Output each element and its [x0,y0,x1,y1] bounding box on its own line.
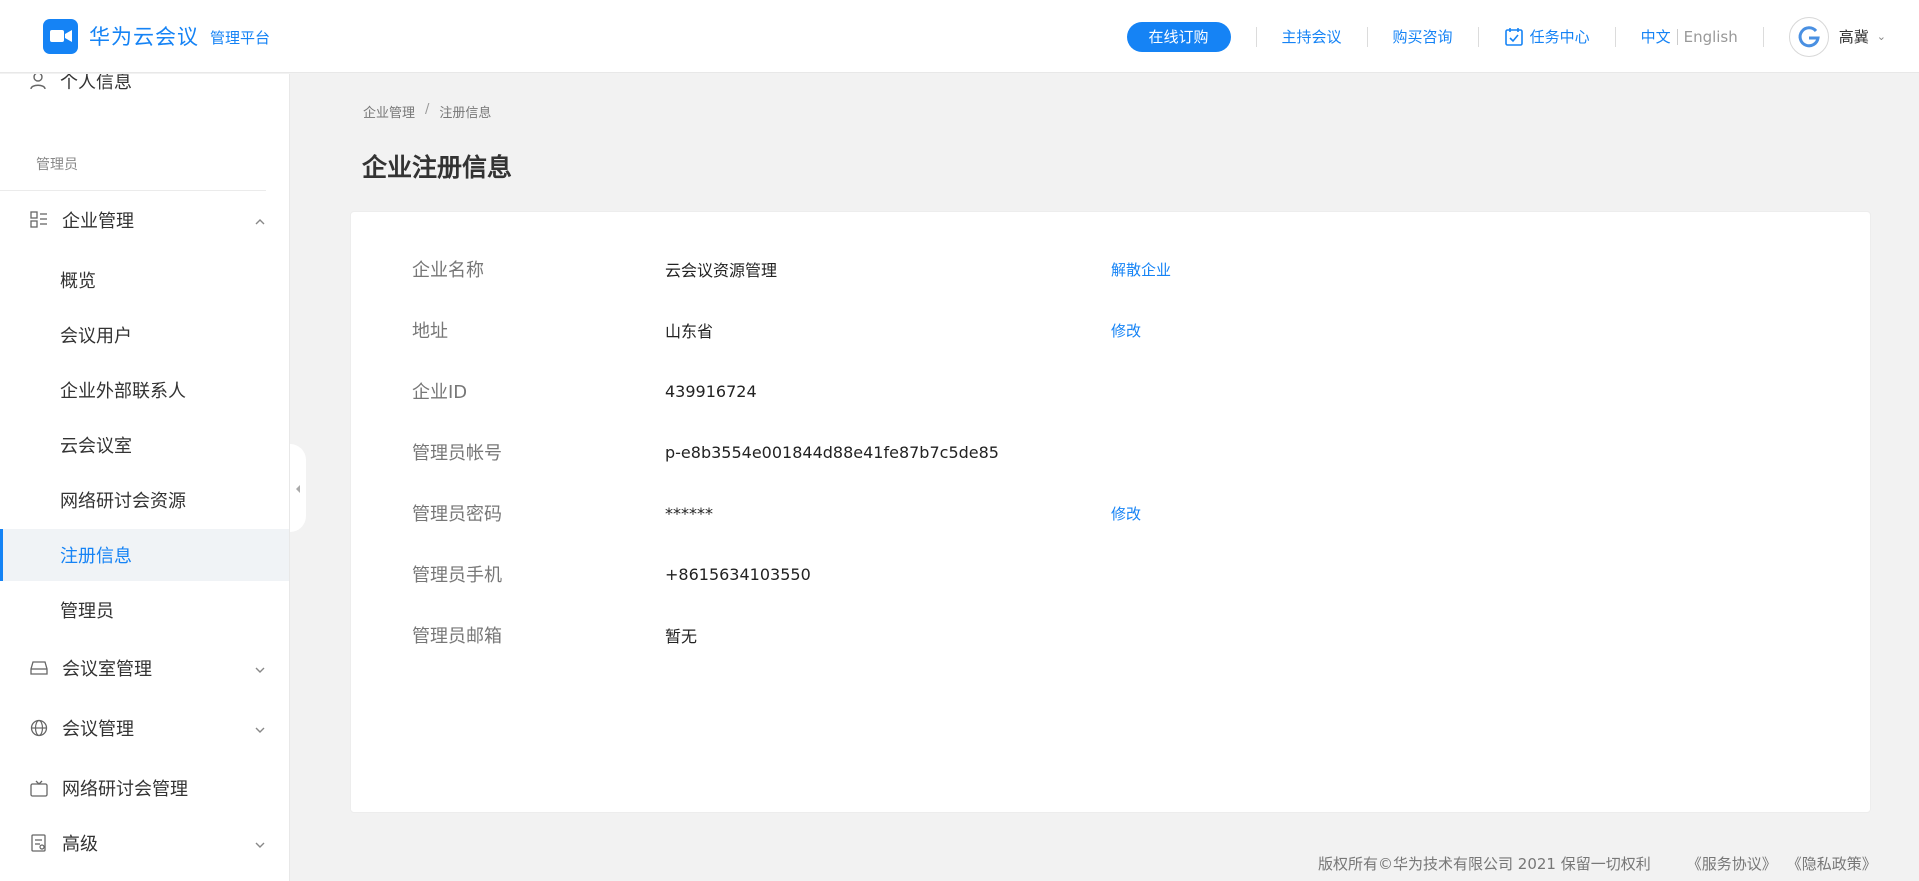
sidebar: 个人信息 管理员 企业管理 概览 会议用户 企业外部联系人 云会议室 网络研讨会… [0,74,290,881]
divider [1366,26,1368,47]
order-online-button[interactable]: 在线订购 [1126,21,1231,52]
page-title: 企业注册信息 [362,153,513,182]
sidebar-item-overview[interactable]: 概览 [0,254,289,306]
sidebar-item-external-contacts[interactable]: 企业外部联系人 [0,364,289,416]
info-value: 云会议资源管理 [665,261,778,280]
info-label: 管理员手机 [412,565,502,586]
app-logo[interactable]: 华为云会议 管理平台 [43,18,271,54]
breadcrumb-item-current: 注册信息 [439,106,492,121]
copyright-text: 版权所有©华为技术有限公司 2021 保留一切权利 [1318,855,1651,873]
sidebar-collapse-toggle[interactable] [290,444,306,532]
sidebar-group-title: 管理员 [36,157,78,173]
sidebar-item-registration-info[interactable]: 注册信息 [0,529,289,581]
info-row-admin-email: 管理员邮箱 暂无 [351,620,1872,650]
lang-en-option[interactable]: English [1684,28,1738,46]
grid-list-icon [30,211,48,229]
divider [1255,26,1257,47]
info-value: ****** [665,503,713,523]
info-row-admin-account: 管理员帐号 p-e8b3554e001844d88e41fe87b7c5de85 [351,437,1872,467]
info-row-address: 地址 山东省 修改 [351,315,1872,345]
app-subtitle: 管理平台 [210,29,271,47]
chevron-down-icon[interactable]: ⌄ [1877,30,1886,43]
info-value: p-e8b3554e001844d88e41fe87b7c5de85 [665,442,999,462]
purchase-consult-link[interactable]: 购买咨询 [1393,26,1453,47]
sidebar-item-webinar-resources[interactable]: 网络研讨会资源 [0,474,289,526]
chevron-down-icon [254,660,266,681]
info-value: +8615634103550 [665,564,811,584]
info-value: 山东省 [665,322,714,341]
task-center-link[interactable]: 任务中心 [1504,26,1590,47]
info-label: 管理员密码 [412,504,502,525]
video-camera-icon [43,18,78,54]
sidebar-item-label: 会议室管理 [62,659,152,680]
lang-divider [1676,28,1678,45]
sidebar-item-label: 网络研讨会管理 [62,779,188,800]
breadcrumb: 企业管理 / 注册信息 [363,102,491,121]
divider [1762,26,1764,47]
chevron-up-icon [254,212,266,233]
sidebar-item-personal-info[interactable]: 个人信息 [30,74,132,94]
inbox-tray-icon [30,659,48,677]
divider [1477,26,1479,47]
sidebar-item-meeting-room-management[interactable]: 会议室管理 [0,644,266,692]
task-center-label: 任务中心 [1529,28,1590,46]
info-row-company-name: 企业名称 云会议资源管理 解散企业 [351,254,1872,284]
breadcrumb-separator: / [425,102,430,117]
info-label: 企业ID [412,382,468,403]
avatar[interactable] [1788,16,1829,57]
info-row-admin-password: 管理员密码 ****** 修改 [351,498,1872,528]
sidebar-item-label: 会议管理 [62,719,134,740]
info-label: 企业名称 [412,260,484,281]
dissolve-enterprise-link[interactable]: 解散企业 [1111,259,1171,280]
sidebar-item-enterprise-management[interactable]: 企业管理 [0,196,266,244]
tv-icon [30,779,48,797]
host-meeting-link[interactable]: 主持会议 [1282,26,1342,47]
sidebar-item-advanced[interactable]: 高级 [0,819,266,867]
edit-password-link[interactable]: 修改 [1111,503,1141,524]
registration-info-card: 企业名称 云会议资源管理 解散企业 地址 山东省 修改 企业ID 4399167… [350,211,1871,813]
info-label: 地址 [412,321,448,342]
lang-zh-option[interactable]: 中文 [1641,26,1671,47]
info-row-enterprise-id: 企业ID 439916724 [351,376,1872,406]
breadcrumb-item[interactable]: 企业管理 [363,102,415,121]
chevron-down-icon [254,835,266,856]
info-value: 暂无 [665,627,698,646]
sidebar-item-meeting-management[interactable]: 会议管理 [0,704,266,752]
caret-left-icon [294,479,302,498]
info-value: 439916724 [665,381,757,401]
divider [0,190,266,191]
sidebar-item-administrators[interactable]: 管理员 [0,584,289,636]
info-row-admin-phone: 管理员手机 +8615634103550 [351,559,1872,589]
document-settings-icon [30,834,48,852]
top-header: 华为云会议 管理平台 在线订购 主持会议 购买咨询 任务中心 中文 Englis… [0,0,1919,73]
globe-icon [30,719,48,737]
terms-link[interactable]: 《服务协议》 [1687,853,1777,874]
sidebar-item-webinar-management[interactable]: 网络研讨会管理 [0,764,266,812]
info-label: 管理员邮箱 [412,626,502,647]
user-name[interactable]: 高冀 [1839,26,1869,47]
sidebar-item-label: 高级 [62,834,98,855]
app-name: 华为云会议 [89,25,199,49]
sidebar-item-label: 企业管理 [62,211,134,232]
chevron-down-icon [254,720,266,741]
person-icon [30,74,46,90]
calendar-check-icon [1504,27,1524,47]
privacy-link[interactable]: 《隐私政策》 [1787,853,1877,874]
sidebar-item-cloud-rooms[interactable]: 云会议室 [0,419,289,471]
divider [1614,26,1616,47]
info-label: 管理员帐号 [412,443,502,464]
sidebar-item-label: 个人信息 [60,74,132,93]
sidebar-item-meeting-users[interactable]: 会议用户 [0,309,289,361]
edit-address-link[interactable]: 修改 [1111,320,1141,341]
footer: 版权所有©华为技术有限公司 2021 保留一切权利 《服务协议》 《隐私政策》 [1318,853,1877,874]
